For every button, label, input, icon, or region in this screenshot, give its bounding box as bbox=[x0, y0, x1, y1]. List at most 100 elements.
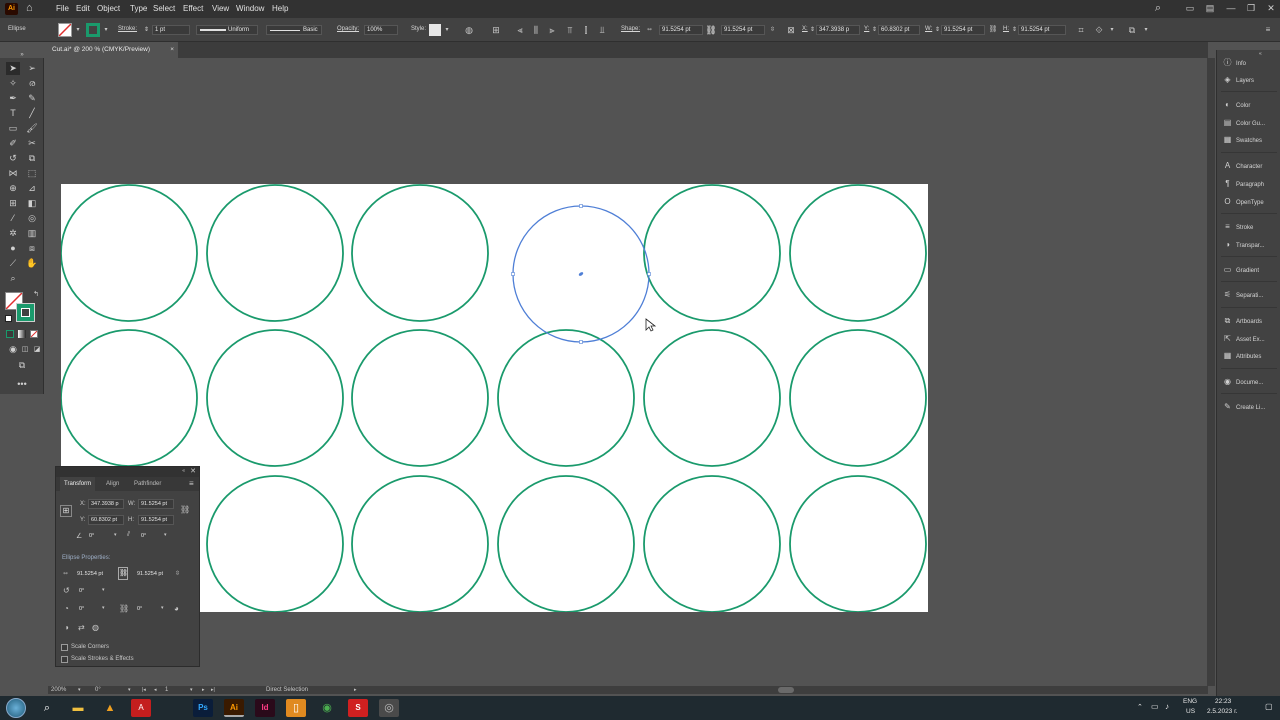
type-tool-icon[interactable]: T bbox=[6, 107, 20, 120]
circle-shape[interactable] bbox=[61, 184, 198, 322]
capture-app-icon[interactable]: ◎ bbox=[379, 699, 399, 717]
align-left-icon[interactable]: ⫷ bbox=[514, 24, 526, 36]
menu-window[interactable]: Window bbox=[236, 3, 264, 15]
y-stepper-icon[interactable]: ⇕ bbox=[872, 26, 877, 33]
chevron-down-icon[interactable]: ▾ bbox=[1106, 24, 1118, 36]
notifications-icon[interactable]: ▢ bbox=[1265, 702, 1273, 711]
panel-opentype[interactable]: O OpenType bbox=[1223, 195, 1280, 209]
circle-shape[interactable] bbox=[497, 329, 635, 467]
zoom-level[interactable]: 200% bbox=[51, 687, 66, 693]
w-field[interactable]: 91.5254 pt bbox=[138, 499, 174, 509]
rotation-value[interactable]: 0° bbox=[95, 687, 101, 693]
chevron-down-icon[interactable]: ▾ bbox=[128, 687, 131, 693]
minimize-icon[interactable]: — bbox=[1224, 2, 1238, 15]
panel-info[interactable]: ⓘ Info bbox=[1223, 56, 1280, 70]
zoom-tool-icon[interactable]: ⌕ bbox=[6, 272, 20, 285]
opacity-label[interactable]: Opacity: bbox=[337, 26, 359, 32]
artboard-number[interactable]: 1 bbox=[165, 687, 168, 693]
scale-tool-icon[interactable]: ⧉ bbox=[25, 152, 39, 165]
curvature-tool-icon[interactable]: ✎ bbox=[25, 92, 39, 105]
ellipse-width-field[interactable]: 91.5254 pt bbox=[74, 569, 110, 579]
notes-app-icon[interactable]: ▯ bbox=[286, 699, 306, 717]
reference-point-icon[interactable]: ⊞ bbox=[60, 505, 72, 517]
column-graph-tool-icon[interactable]: ▥ bbox=[25, 227, 39, 240]
tab-transform[interactable]: Transform bbox=[60, 477, 96, 491]
panel-color-guide[interactable]: ▤ Color Gu... bbox=[1223, 116, 1280, 130]
direct-selection-tool-icon[interactable]: ➢ bbox=[25, 62, 39, 75]
clock-date[interactable]: 2.5.2023 г. bbox=[1207, 708, 1238, 715]
menu-help[interactable]: Help bbox=[272, 3, 288, 15]
opacity-field[interactable]: 100% bbox=[364, 25, 398, 35]
panel-swatches[interactable]: ▦ Swatches bbox=[1223, 133, 1280, 147]
gradient-mode-icon[interactable] bbox=[18, 330, 26, 338]
shaper-tool-icon[interactable]: ✐ bbox=[6, 137, 20, 150]
x-stepper-icon[interactable]: ⇕ bbox=[810, 26, 815, 33]
perspective-grid-tool-icon[interactable]: ⊿ bbox=[25, 182, 39, 195]
chevron-down-icon[interactable]: ▾ bbox=[164, 532, 167, 538]
align-bottom-icon[interactable]: ⫫ bbox=[596, 24, 608, 36]
magic-wand-tool-icon[interactable]: ✧ bbox=[6, 77, 20, 90]
rotate-tool-icon[interactable]: ↺ bbox=[6, 152, 20, 165]
panel-document-info[interactable]: ◉ Docume... bbox=[1223, 375, 1280, 389]
last-artboard-icon[interactable]: ▸| bbox=[211, 687, 215, 693]
swap-pie-icon[interactable]: ⇄ bbox=[78, 623, 85, 632]
chevron-down-icon[interactable]: ▾ bbox=[78, 687, 81, 693]
recolor-artwork-icon[interactable]: ◍ bbox=[463, 24, 475, 36]
vlc-icon[interactable]: ▲ bbox=[100, 699, 120, 717]
gradient-tool-icon[interactable]: ◧ bbox=[25, 197, 39, 210]
stroke-color-icon[interactable] bbox=[16, 303, 35, 322]
stroke-weight-field[interactable]: 1 pt bbox=[152, 25, 190, 35]
ellipse-tool-icon[interactable]: ● bbox=[6, 242, 20, 255]
artboard-tool-icon[interactable]: ⧈ bbox=[25, 242, 39, 255]
slice-tool-icon[interactable]: ⟋ bbox=[6, 257, 20, 270]
file-explorer-icon[interactable]: ▬ bbox=[68, 699, 88, 717]
mesh-tool-icon[interactable]: ⊞ bbox=[6, 197, 20, 210]
shape-label[interactable]: Shape: bbox=[621, 26, 640, 32]
h-stepper-icon[interactable]: ⇕ bbox=[1012, 26, 1017, 33]
align-top-icon[interactable]: ⫪ bbox=[564, 24, 576, 36]
fill-swatch[interactable] bbox=[58, 23, 72, 37]
circle-shape[interactable] bbox=[61, 329, 198, 467]
panel-attributes[interactable]: ▦ Attributes bbox=[1223, 349, 1280, 363]
panel-artboards[interactable]: ⧉ Artboards bbox=[1223, 314, 1280, 328]
collapse-toolbar-icon[interactable]: » bbox=[15, 52, 29, 58]
symbol-sprayer-tool-icon[interactable]: ✲ bbox=[6, 227, 20, 240]
circle-shape[interactable] bbox=[351, 184, 489, 322]
menu-object[interactable]: Object bbox=[97, 3, 120, 15]
free-transform-tool-icon[interactable]: ⬚ bbox=[25, 167, 39, 180]
align-middle-icon[interactable]: ⫿ bbox=[580, 24, 592, 36]
search-icon[interactable]: ⌕ bbox=[1151, 2, 1165, 15]
link-icon[interactable]: ⛓ bbox=[705, 24, 717, 36]
align-center-icon[interactable]: ⫼ bbox=[530, 24, 542, 36]
previous-artboard-icon[interactable]: ◂ bbox=[154, 687, 157, 693]
chevron-down-icon[interactable]: ▾ bbox=[161, 605, 164, 611]
panel-layers[interactable]: ◈ Layers bbox=[1223, 73, 1280, 87]
isolate-icon[interactable]: ⟐ bbox=[1093, 24, 1105, 36]
chrome-icon[interactable]: ◉ bbox=[317, 699, 337, 717]
x-field[interactable]: 347.3938 p bbox=[88, 499, 124, 509]
tab-align[interactable]: Align bbox=[102, 477, 123, 491]
scissors-tool-icon[interactable]: ✂ bbox=[25, 137, 39, 150]
h-field[interactable]: 91.5254 pt bbox=[1018, 25, 1066, 35]
circle-shape[interactable] bbox=[351, 329, 489, 467]
blend-tool-icon[interactable]: ◎ bbox=[25, 212, 39, 225]
reference-point-icon[interactable]: ⊠ bbox=[785, 24, 797, 36]
edit-toolbar-icon[interactable]: ••• bbox=[15, 378, 29, 391]
close-tab-icon[interactable]: × bbox=[170, 42, 174, 58]
search-icon[interactable]: ⌕ bbox=[37, 699, 57, 717]
workspace-switcher-icon[interactable]: ▤ bbox=[1203, 2, 1217, 15]
x-field[interactable]: 347.3938 p bbox=[816, 25, 860, 35]
align-to-icon[interactable]: ⊞ bbox=[490, 24, 502, 36]
chevron-down-icon[interactable]: ▾ bbox=[72, 24, 84, 36]
shape-builder-tool-icon[interactable]: ⊕ bbox=[6, 182, 20, 195]
circle-shape[interactable] bbox=[351, 475, 489, 612]
chevron-down-icon[interactable]: ▾ bbox=[1140, 24, 1152, 36]
circle-shape[interactable] bbox=[206, 184, 344, 322]
shape-height-field[interactable]: 91.5254 pt bbox=[721, 25, 765, 35]
menu-type[interactable]: Type bbox=[130, 3, 147, 15]
stroke-stepper-icon[interactable]: ⇕ bbox=[144, 26, 149, 33]
circle-shape[interactable] bbox=[643, 329, 781, 467]
default-fill-stroke-icon[interactable] bbox=[5, 315, 12, 322]
next-artboard-icon[interactable]: ▸ bbox=[202, 687, 205, 693]
menu-edit[interactable]: Edit bbox=[76, 3, 90, 15]
